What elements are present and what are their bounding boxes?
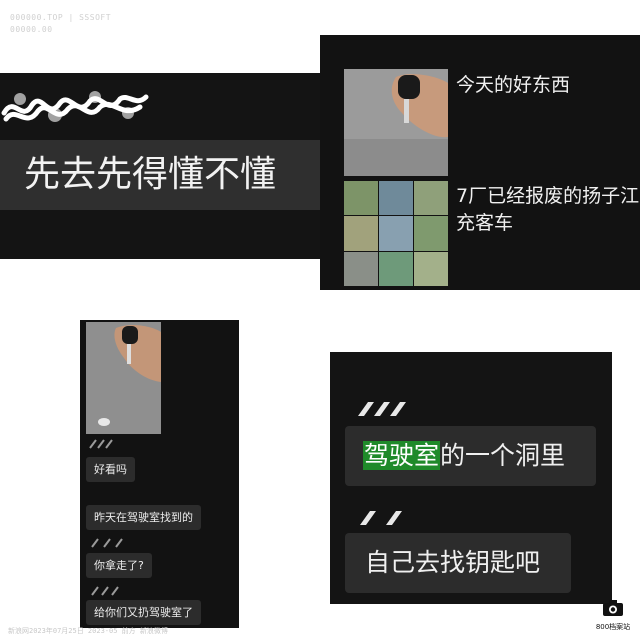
message-line: 充客车 — [456, 212, 514, 234]
message-bubble: 驾驶室的一个洞里 — [345, 426, 596, 486]
watermark-line-1: 000000.TOP | SSSOFT — [10, 13, 112, 22]
redaction-mark-icon — [360, 511, 402, 525]
photo-tile[interactable] — [379, 251, 413, 286]
message-bubble: 给你们又扔驾驶室了 — [86, 600, 201, 625]
message-text: 驾驶室的一个洞里 — [363, 426, 565, 486]
photo-thumbnail[interactable] — [344, 69, 448, 176]
message-text: 7厂已经报废的扬子江 充客车 — [456, 183, 640, 237]
photo-grid[interactable] — [344, 181, 448, 286]
photo-tile[interactable] — [379, 181, 413, 216]
site-logo: 800档案站 — [593, 599, 633, 637]
hand-holding-key-icon — [86, 322, 161, 434]
message-bubble: 好看吗 — [86, 457, 135, 482]
redaction-mark-icon — [358, 402, 406, 416]
photo-thumbnail[interactable] — [86, 322, 161, 434]
photo-tile[interactable] — [344, 181, 378, 216]
photo-tile[interactable] — [414, 216, 448, 251]
scribble-redaction-icon — [1, 91, 149, 122]
watermark-top-left: 000000.TOP | SSSOFT 00000.00 — [10, 12, 111, 36]
message-bubble: 昨天在驾驶室找到的 — [86, 505, 201, 530]
message-bubble: 你拿走了? — [86, 553, 152, 578]
redaction-mark-icon — [91, 586, 119, 596]
photo-tile[interactable] — [344, 251, 378, 286]
redaction-mark-icon — [89, 439, 113, 449]
message-text: 今天的好东西 — [456, 74, 571, 96]
hand-holding-key-icon — [344, 69, 448, 176]
message-text: 自己去找钥匙吧 — [365, 548, 541, 577]
message-line: 7厂已经报废的扬子江 — [456, 185, 640, 207]
logo-text: 800档案站 — [595, 623, 631, 631]
message-text: 先去先得懂不懂 — [24, 154, 277, 195]
photo-tile[interactable] — [344, 216, 378, 251]
highlighted-word: 驾驶室 — [363, 441, 441, 470]
message-text-rest: 的一个洞里 — [440, 441, 566, 470]
camera-icon — [603, 600, 623, 616]
watermark-line-2: 00000.00 — [10, 25, 53, 34]
photo-tile[interactable] — [414, 251, 448, 286]
watermark-bottom-left: 新浪网2023年07月25日 2023-05 前方 新浪微博 — [8, 627, 168, 635]
photo-tile[interactable] — [379, 216, 413, 251]
redaction-mark-icon — [91, 538, 123, 548]
photo-tile[interactable] — [414, 181, 448, 216]
message-bubble: 自己去找钥匙吧 — [345, 533, 571, 593]
